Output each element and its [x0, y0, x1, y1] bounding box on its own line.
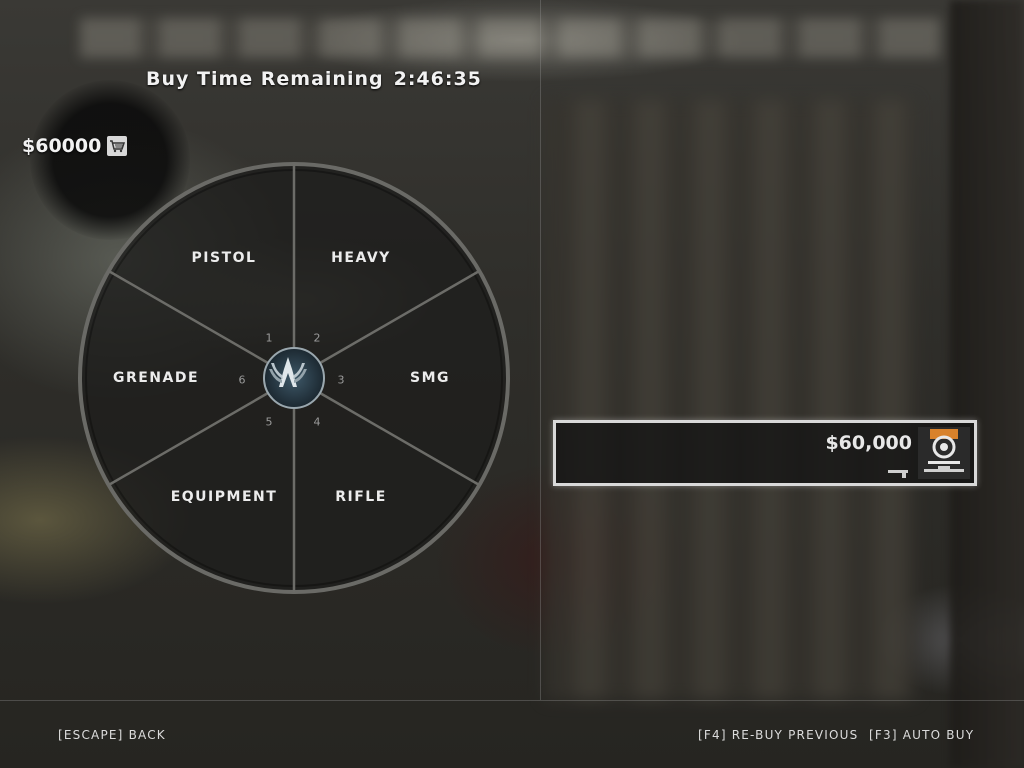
world-aim-medal-icon	[918, 427, 970, 479]
horizontal-divider	[0, 700, 1024, 701]
buy-time-remaining: Buy Time Remaining 2:46:35	[146, 68, 482, 90]
shopping-cart-icon	[107, 136, 128, 156]
buy-time-value: 2:46:35	[393, 68, 482, 90]
category-key-5: 5	[265, 415, 273, 429]
category-smg[interactable]: SMG	[410, 370, 450, 386]
back-button[interactable]: [ESCAPE] BACK	[58, 728, 166, 742]
category-grenade[interactable]: GRENADE	[113, 370, 199, 386]
background-pillar	[950, 0, 1024, 768]
category-heavy[interactable]: HEAVY	[331, 250, 391, 266]
background-door	[545, 100, 915, 700]
player-money: $60000	[22, 135, 128, 157]
category-pistol[interactable]: PISTOL	[192, 250, 257, 266]
category-equipment[interactable]: EQUIPMENT	[171, 489, 278, 505]
background-ceiling	[80, 18, 940, 58]
category-key-4: 4	[313, 415, 321, 429]
category-key-2: 2	[313, 331, 321, 345]
rebuy-previous-button[interactable]: [F4] RE-BUY PREVIOUS	[698, 728, 858, 742]
pistol-icon	[888, 463, 912, 482]
auto-buy-button[interactable]: [F3] AUTO BUY	[869, 728, 974, 742]
vertical-divider	[540, 0, 541, 700]
loadout-price: $60,000	[825, 432, 912, 454]
money-amount: $60000	[22, 135, 102, 157]
saved-loadout-card[interactable]: $60,000	[553, 420, 977, 486]
buy-time-label: Buy Time Remaining	[146, 68, 384, 90]
buy-menu-wheel: PISTOL HEAVY SMG RIFLE EQUIPMENT GRENADE…	[76, 160, 512, 596]
category-key-1: 1	[265, 331, 273, 345]
counter-terrorist-emblem-icon	[263, 347, 325, 409]
category-key-3: 3	[337, 373, 345, 387]
sniper-rifle-icon	[924, 466, 964, 472]
category-key-6: 6	[238, 373, 246, 387]
category-rifle[interactable]: RIFLE	[335, 489, 387, 505]
